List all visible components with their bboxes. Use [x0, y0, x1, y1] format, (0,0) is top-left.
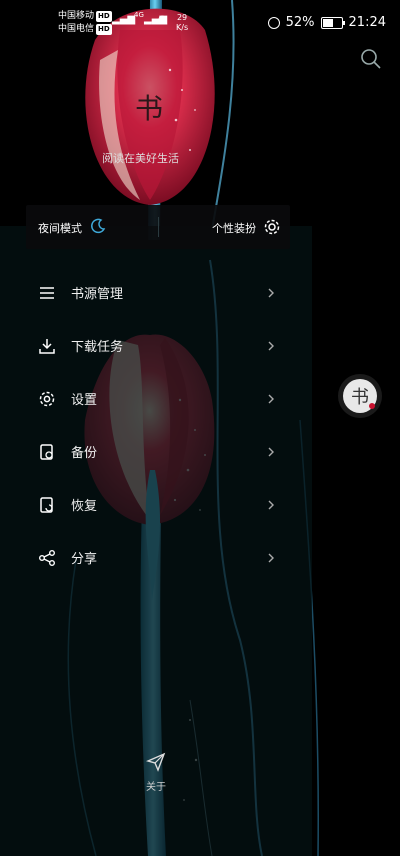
- carrier-label-1: 中国移动 HD: [58, 11, 112, 22]
- menu-label: 备份: [71, 446, 98, 461]
- menu-label: 恢复: [71, 499, 98, 514]
- floating-logo-button[interactable]: 书: [336, 372, 384, 420]
- clock: 21:24: [348, 15, 386, 30]
- moon-icon[interactable]: [90, 218, 106, 234]
- battery-icon: [320, 16, 345, 29]
- drawer-toolbar: 夜间模式 个性装扮: [26, 205, 290, 249]
- chevron-right-icon: [268, 500, 274, 509]
- theme-settings-icon[interactable]: [263, 218, 281, 236]
- skin-button[interactable]: 个性装扮: [212, 220, 256, 236]
- drawer-menu: 书源管理 下载任务 设置 备份 恢复 分享: [0, 266, 312, 584]
- app-slogan: 阅读在美好生活: [102, 152, 179, 165]
- restore-icon: [40, 496, 53, 513]
- paper-plane-icon: [145, 752, 166, 772]
- wifi-icon: ◠: [158, 14, 167, 25]
- chevron-right-icon: [268, 341, 274, 350]
- download-icon: [39, 338, 55, 354]
- menu-item-download-tasks[interactable]: 下载任务: [0, 319, 312, 372]
- alarm-icon: [267, 16, 280, 29]
- battery-percent: 52%: [285, 15, 315, 30]
- network-speed: 29 K/s: [176, 13, 189, 32]
- gear-icon: [39, 391, 55, 406]
- search-icon[interactable]: [360, 48, 382, 70]
- about-label: 关于: [146, 782, 166, 793]
- logo-char: 书: [351, 387, 369, 408]
- svg-text:书: 书: [135, 92, 163, 125]
- menu-label: 书源管理: [71, 287, 124, 302]
- night-mode-button[interactable]: 夜间模式: [38, 220, 82, 236]
- chevron-right-icon: [268, 447, 274, 456]
- toolbar-divider: [158, 217, 159, 237]
- chevron-right-icon: [268, 288, 274, 297]
- menu-item-share[interactable]: 分享: [0, 531, 312, 584]
- backup-icon: [40, 443, 53, 460]
- menu-label: 分享: [71, 552, 98, 567]
- menu-label: 设置: [71, 393, 98, 408]
- menu-item-restore[interactable]: 恢复: [0, 478, 312, 531]
- menu-label: 下载任务: [71, 340, 124, 355]
- about-button[interactable]: 关于: [138, 752, 174, 793]
- chevron-right-icon: [268, 553, 274, 562]
- status-bar: 中国移动 HD 中国电信 HD ▂▄▆ 4G ▂▄▆ ◠ 29 K/s 52% 21…: [0, 0, 400, 44]
- menu-item-settings[interactable]: 设置: [0, 372, 312, 425]
- share-icon: [39, 549, 55, 566]
- menu-item-backup[interactable]: 备份: [0, 425, 312, 478]
- carrier-label-2: 中国电信 HD: [58, 24, 112, 35]
- menu-item-book-sources[interactable]: 书源管理: [0, 266, 312, 319]
- chevron-right-icon: [268, 394, 274, 403]
- signal-icon: ▂▄▆: [112, 14, 136, 25]
- list-icon: [40, 286, 54, 299]
- network-type-label: 4G: [134, 11, 144, 19]
